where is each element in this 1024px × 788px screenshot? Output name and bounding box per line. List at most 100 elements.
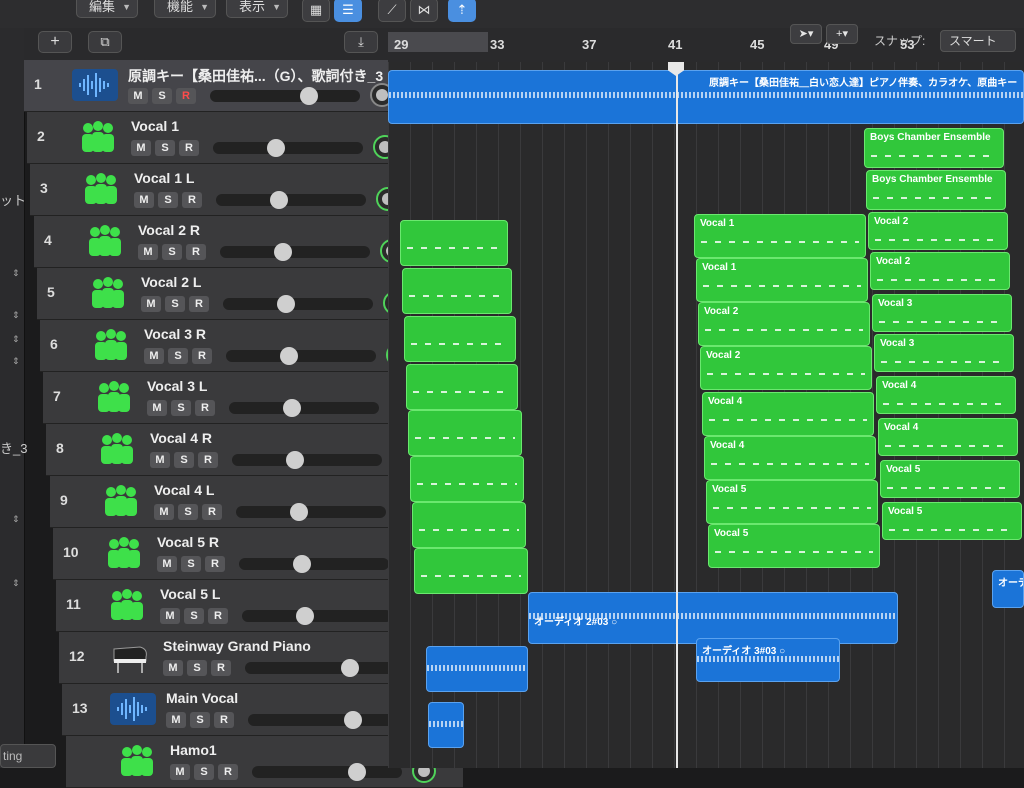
list-view-button[interactable]: ☰ — [334, 0, 362, 22]
import-button[interactable]: ⤓ — [344, 31, 378, 53]
audio-region[interactable] — [426, 646, 528, 692]
midi-region-vocal-4[interactable]: Vocal 4 — [702, 392, 874, 436]
arrange-area[interactable]: 原調キー【桑田佳祐＿白い恋人達】ピアノ伴奏、カラオケ、原曲キー（G）、歌詞付き_… — [388, 62, 1024, 768]
volume-fader[interactable] — [245, 659, 395, 677]
mute-button[interactable]: M — [166, 712, 186, 728]
volume-fader[interactable] — [242, 607, 392, 625]
track-name[interactable]: Vocal 5 L — [160, 586, 220, 602]
mute-button[interactable]: M — [154, 504, 174, 520]
midi-region-vocal-2[interactable]: Vocal 2 — [870, 252, 1010, 290]
track-name[interactable]: 原調キー【桑田佳祐...（G）、歌詞付き_3 — [128, 66, 383, 86]
record-enable-button[interactable]: R — [186, 244, 206, 260]
record-enable-button[interactable]: R — [208, 608, 228, 624]
mute-button[interactable]: M — [163, 660, 183, 676]
volume-fader[interactable] — [226, 347, 376, 365]
functions-menu[interactable]: 機能 ▼ — [154, 0, 217, 18]
fader-knob[interactable] — [270, 191, 288, 209]
midi-region[interactable] — [400, 220, 508, 266]
fader-knob[interactable] — [290, 503, 308, 521]
fader-knob[interactable] — [286, 451, 304, 469]
record-enable-button[interactable]: R — [218, 764, 238, 780]
audio-region-3[interactable]: オーディオ 3#03 ○ — [696, 638, 840, 682]
audio-region-right[interactable]: オーディ — [992, 570, 1024, 608]
midi-region[interactable] — [414, 548, 528, 594]
solo-button[interactable]: S — [178, 504, 198, 520]
mute-button[interactable]: M — [144, 348, 164, 364]
volume-fader[interactable] — [223, 295, 373, 313]
catch-button[interactable]: ⇡ — [448, 0, 476, 22]
mute-button[interactable]: M — [160, 608, 180, 624]
record-enable-button[interactable]: R — [189, 296, 209, 312]
track-header[interactable]: 7 Vocal 3 L MSR — [43, 372, 422, 424]
record-enable-button[interactable]: R — [202, 504, 222, 520]
midi-region-boys-1[interactable]: Boys Chamber Ensemble — [864, 128, 1004, 168]
bar-ruler[interactable]: 29 33 37 41 45 49 53 57 29 — [388, 28, 1024, 63]
track-name[interactable]: Vocal 4 L — [154, 482, 214, 498]
view-menu[interactable]: 表示 ▼ — [226, 0, 289, 18]
volume-fader[interactable] — [232, 451, 382, 469]
track-name[interactable]: Steinway Grand Piano — [163, 638, 311, 654]
chevron-up-down-icon[interactable]: ⇕ — [12, 334, 20, 345]
fader-knob[interactable] — [283, 399, 301, 417]
volume-fader[interactable] — [210, 87, 360, 105]
grid-view-button[interactable]: ▦ — [302, 0, 330, 22]
track-name[interactable]: Vocal 2 R — [138, 222, 200, 238]
record-enable-button[interactable]: R — [192, 348, 212, 364]
midi-region[interactable] — [404, 316, 516, 362]
solo-button[interactable]: S — [194, 764, 214, 780]
fader-knob[interactable] — [280, 347, 298, 365]
mute-button[interactable]: M — [170, 764, 190, 780]
solo-button[interactable]: S — [165, 296, 185, 312]
track-header[interactable]: 1 原調キー【桑田佳祐...（G）、歌詞付き_3 M S R — [24, 60, 394, 112]
secondary-tool-menu[interactable]: +▾ — [826, 24, 858, 44]
solo-button[interactable]: S — [190, 712, 210, 728]
add-track-button[interactable]: + — [38, 31, 72, 53]
record-enable-button[interactable]: R — [182, 192, 202, 208]
solo-button[interactable]: S — [152, 88, 172, 104]
midi-region-boys-2[interactable]: Boys Chamber Ensemble — [866, 170, 1006, 210]
mute-button[interactable]: M — [128, 88, 148, 104]
track-name[interactable]: Vocal 1 — [131, 118, 179, 134]
midi-region-vocal-5[interactable]: Vocal 5 — [882, 502, 1022, 540]
track-name[interactable]: Vocal 3 L — [147, 378, 207, 394]
volume-fader[interactable] — [213, 139, 363, 157]
mute-button[interactable]: M — [141, 296, 161, 312]
solo-button[interactable]: S — [174, 452, 194, 468]
track-header[interactable]: 6 Vocal 3 R MSR — [40, 320, 417, 372]
playhead-line[interactable] — [676, 62, 678, 768]
midi-region[interactable] — [412, 502, 526, 548]
fader-knob[interactable] — [341, 659, 359, 677]
fader-knob[interactable] — [296, 607, 314, 625]
track-name[interactable]: Main Vocal — [166, 690, 238, 706]
fader-knob[interactable] — [274, 243, 292, 261]
track-header[interactable]: 4 Vocal 2 R MSR — [34, 216, 406, 268]
snap-select[interactable]: スマート — [940, 30, 1016, 52]
solo-button[interactable]: S — [162, 244, 182, 260]
audio-region-2[interactable]: オーディオ 2#03 ○ — [528, 592, 898, 644]
mute-button[interactable]: M — [157, 556, 177, 572]
volume-fader[interactable] — [229, 399, 379, 417]
mute-button[interactable]: M — [150, 452, 170, 468]
volume-fader[interactable] — [239, 555, 389, 573]
audio-region-track1[interactable]: 原調キー【桑田佳祐＿白い恋人達】ピアノ伴奏、カラオケ、原曲キー（G）、歌詞付き_… — [388, 70, 1024, 124]
automation-button[interactable]: ⟋ — [378, 0, 406, 22]
chevron-up-down-icon[interactable]: ⇕ — [12, 268, 20, 279]
chevron-up-down-icon[interactable]: ⇕ — [12, 514, 20, 525]
fader-knob[interactable] — [348, 763, 366, 781]
track-header[interactable]: 11 Vocal 5 L MSR — [56, 580, 445, 632]
chevron-up-down-icon[interactable]: ⇕ — [12, 356, 20, 367]
chevron-up-down-icon[interactable]: ⇕ — [12, 578, 20, 589]
solo-button[interactable]: S — [171, 400, 191, 416]
fader-knob[interactable] — [293, 555, 311, 573]
inspector-field[interactable]: ting — [0, 744, 56, 768]
track-header[interactable]: 10 Vocal 5 R MSR — [53, 528, 440, 580]
fader-knob[interactable] — [267, 139, 285, 157]
record-enable-button[interactable]: R — [195, 400, 215, 416]
midi-region-vocal-4[interactable]: Vocal 4 — [704, 436, 876, 480]
midi-region-vocal-1[interactable]: Vocal 1 — [694, 214, 866, 258]
track-header[interactable]: 5 Vocal 2 L MSR — [37, 268, 411, 320]
record-enable-button[interactable]: R — [179, 140, 199, 156]
mute-button[interactable]: M — [147, 400, 167, 416]
track-header[interactable]: 2 Vocal 1 MSR — [27, 112, 397, 164]
solo-button[interactable]: S — [181, 556, 201, 572]
